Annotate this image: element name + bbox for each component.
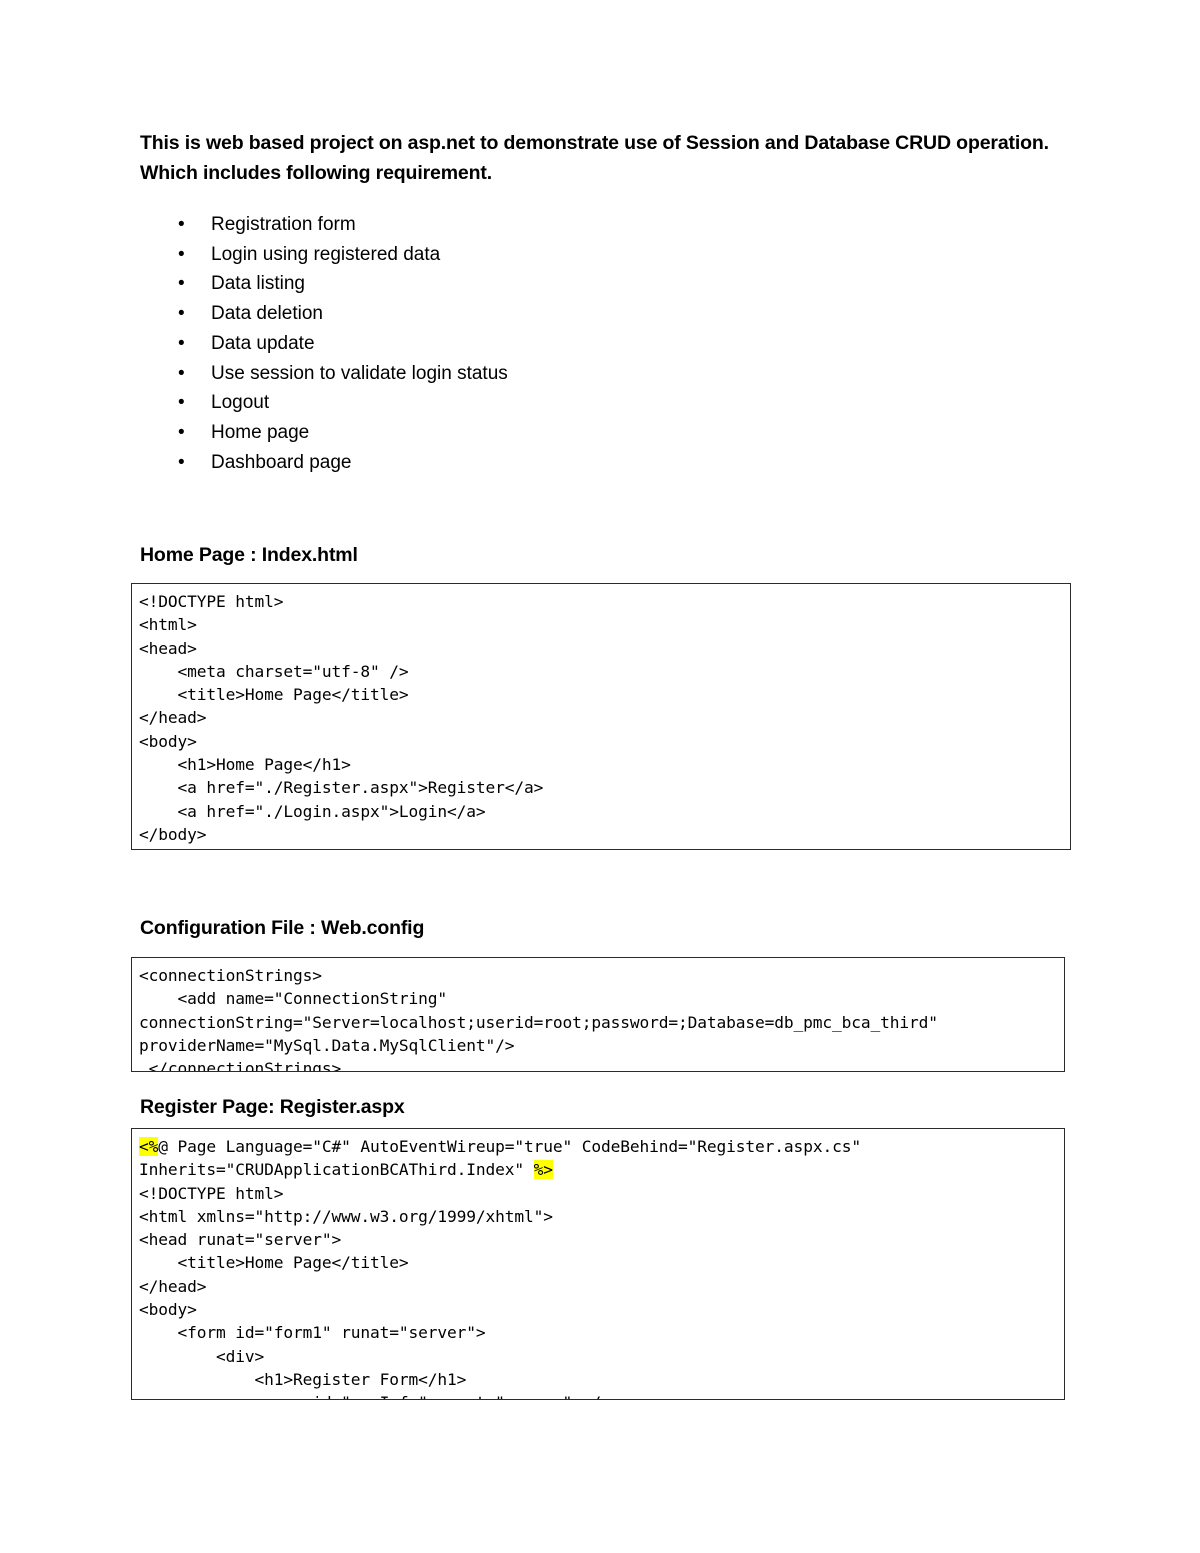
highlight-open-tag: <% xyxy=(139,1137,159,1156)
bullet-icon: • xyxy=(178,421,185,443)
bullet-icon: • xyxy=(178,362,185,384)
intro-line-2: Which includes following requirement. xyxy=(140,162,492,184)
bullet-icon: • xyxy=(178,332,185,354)
document-body: This is web based project on asp.net to … xyxy=(140,128,1072,477)
code-text: <connectionStrings> <add name="Connectio… xyxy=(139,966,938,1072)
code-text: <%@ Page Language="C#" AutoEventWireup="… xyxy=(139,1135,1057,1399)
code-block-web-config: <connectionStrings> <add name="Connectio… xyxy=(131,957,1065,1072)
requirements-list: • Registration form • Login using regist… xyxy=(140,210,1072,477)
list-item: • Data listing xyxy=(140,269,1072,299)
list-item: • Registration form xyxy=(140,210,1072,240)
document-page: This is web based project on asp.net to … xyxy=(0,0,1200,1553)
list-item: • Logout xyxy=(140,388,1072,418)
bullet-icon: • xyxy=(178,273,185,295)
list-item-label: Registration form xyxy=(211,214,356,235)
list-item: • Dashboard page xyxy=(140,448,1072,478)
intro-paragraph: This is web based project on asp.net to … xyxy=(140,128,1072,188)
section-heading-configuration-file: Configuration File : Web.config xyxy=(140,917,425,939)
bullet-icon: • xyxy=(178,451,185,473)
list-item-label: Logout xyxy=(211,392,270,414)
bullet-icon: • xyxy=(178,214,185,235)
code-block-index-html: <!DOCTYPE html> <html> <head> <meta char… xyxy=(131,583,1071,850)
bullet-icon: • xyxy=(178,243,185,265)
list-item-label: Dashboard page xyxy=(211,451,352,473)
section-heading-register-page: Register Page: Register.aspx xyxy=(140,1096,405,1118)
intro-line-1: This is web based project on asp.net to … xyxy=(140,132,1049,154)
list-item: • Data deletion xyxy=(140,299,1072,329)
list-item: • Use session to validate login status xyxy=(140,359,1072,389)
highlight-close-tag: %> xyxy=(533,1160,553,1180)
code-text: <!DOCTYPE html> <html> <head> <meta char… xyxy=(139,592,544,849)
list-item: • Data update xyxy=(140,329,1072,359)
bullet-icon: • xyxy=(178,392,185,414)
bullet-icon: • xyxy=(178,303,185,325)
code-block-register-aspx: <%@ Page Language="C#" AutoEventWireup="… xyxy=(131,1128,1065,1400)
list-item-label: Data deletion xyxy=(211,303,323,325)
list-item: • Home page xyxy=(140,418,1072,448)
list-item-label: Data update xyxy=(211,332,315,354)
code-segment-after: <!DOCTYPE html> <html xmlns="http://www.… xyxy=(139,1183,649,1399)
list-item-label: Login using registered data xyxy=(211,243,441,265)
list-item: • Login using registered data xyxy=(140,240,1072,270)
list-item-label: Use session to validate login status xyxy=(211,362,508,384)
section-heading-home-page: Home Page : Index.html xyxy=(140,544,358,566)
list-item-label: Home page xyxy=(211,421,310,443)
list-item-label: Data listing xyxy=(211,273,305,295)
code-segment-mid: @ Page Language="C#" AutoEventWireup="tr… xyxy=(139,1137,861,1180)
